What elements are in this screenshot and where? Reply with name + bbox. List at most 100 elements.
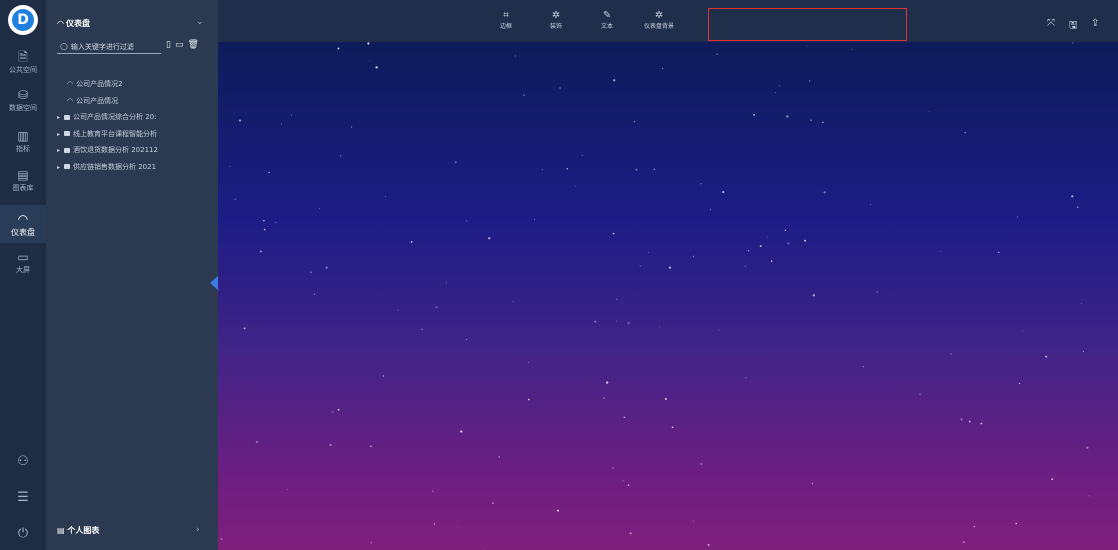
tree-folder[interactable]: ▸ 供应链销售数据分析 2021: [57, 159, 217, 176]
star: [778, 85, 781, 87]
search-icon: ○: [60, 41, 68, 52]
star: [329, 443, 332, 447]
star: [759, 245, 762, 248]
chevron-down-icon[interactable]: ⌄: [196, 17, 204, 27]
toolbar-border-button[interactable]: ⌗ 边框: [500, 10, 512, 31]
delete-icon[interactable]: 🗑: [187, 40, 198, 50]
star: [1081, 302, 1082, 304]
new-file-icon[interactable]: ▯: [166, 40, 171, 50]
star: [623, 416, 625, 418]
caret-right-icon[interactable]: ▸: [57, 127, 64, 143]
star: [337, 408, 340, 411]
nav-data-space[interactable]: ⛁ 数据空间: [0, 88, 46, 118]
crop-border-icon: ⌗: [503, 10, 509, 21]
star: [243, 327, 246, 330]
nav-rail: D 🗎 公共空间 ⛁ 数据空间 ▥ 指标 ▤ 图表库 ◠ 仪表盘 ▭ 大屏 ⚇ …: [0, 0, 46, 550]
tree-folder[interactable]: ▸ 线上教育平台课程智能分析: [57, 126, 217, 143]
star: [370, 445, 372, 448]
tree-item[interactable]: ◠ 公司产品情况: [57, 93, 217, 110]
save-icon[interactable]: 🖫: [1069, 18, 1078, 35]
collapse-panel-handle[interactable]: [210, 276, 218, 290]
nav-label: 公共空间: [9, 66, 37, 74]
toolbar-decoration-button[interactable]: ✲ 装饰: [550, 10, 562, 31]
star: [1071, 195, 1074, 198]
star: [339, 154, 342, 157]
star: [1016, 216, 1019, 218]
star: [433, 523, 435, 525]
toolbar-background-button[interactable]: ✲ 仪表盘背景: [644, 10, 674, 31]
star: [602, 396, 605, 400]
star: [465, 220, 468, 222]
star: [488, 237, 491, 240]
star: [960, 418, 963, 421]
settings-icon[interactable]: ☰: [0, 490, 46, 505]
tree-item-label: 公司产品情况综合分析 20:: [73, 113, 157, 121]
caret-right-icon[interactable]: ▸: [57, 160, 64, 176]
background-icon: ✲: [654, 10, 664, 21]
star: [382, 375, 385, 377]
nav-metrics[interactable]: ▥ 指标: [0, 129, 46, 159]
star: [612, 232, 615, 235]
dashboard-tree: ◠ 公司产品情况2 ◠ 公司产品情况 ▸ 公司产品情况综合分析 20: ▸ 线上教育平台…: [57, 76, 217, 175]
tree-folder[interactable]: ▸ 酒饮退货数据分析 202112: [57, 142, 217, 159]
nav-big-screen[interactable]: ▭ 大屏: [0, 250, 46, 280]
chevron-right-icon[interactable]: ›: [196, 525, 200, 535]
star: [1045, 355, 1048, 358]
star: [770, 260, 773, 262]
star: [973, 525, 976, 528]
star: [671, 426, 674, 429]
star: [806, 45, 808, 47]
personal-charts-section[interactable]: ▤ 个人图表: [57, 525, 99, 536]
star: [220, 538, 223, 540]
panel-title: ◠ 仪表盘: [57, 18, 90, 29]
app-logo[interactable]: D: [8, 5, 38, 35]
star: [745, 377, 747, 379]
fullscreen-icon[interactable]: ⤧: [1047, 18, 1055, 29]
new-folder-icon[interactable]: ▭: [175, 40, 184, 50]
document-icon: 🗎: [18, 50, 28, 64]
bar-chart-icon: ▥: [17, 129, 29, 143]
tree-tools: ▯ ▭ 🗑: [166, 40, 199, 50]
star: [523, 94, 525, 97]
share-export-icon[interactable]: ⇪: [1091, 18, 1099, 29]
star: [1018, 382, 1021, 385]
folder-icon: [64, 131, 70, 136]
star: [876, 291, 878, 293]
star: [325, 266, 328, 269]
power-icon[interactable]: ⏻: [0, 526, 46, 541]
star: [722, 191, 725, 194]
star: [498, 456, 500, 458]
caret-right-icon[interactable]: ▸: [57, 110, 64, 126]
nav-public-space[interactable]: 🗎 公共空间: [0, 50, 46, 80]
star: [263, 228, 266, 231]
search-input[interactable]: [70, 42, 159, 51]
star: [385, 195, 387, 197]
star: [635, 168, 638, 171]
toolbar-text-button[interactable]: ✎ 文本: [601, 10, 613, 31]
star: [454, 161, 457, 164]
star: [812, 294, 815, 297]
caret-right-icon[interactable]: ▸: [57, 143, 64, 159]
tree-item[interactable]: ◠ 公司产品情况2: [57, 76, 217, 93]
star: [962, 541, 965, 544]
decoration-icon: ✲: [551, 10, 561, 21]
star: [658, 326, 660, 328]
star: [716, 53, 718, 55]
star: [616, 298, 618, 300]
user-icon[interactable]: ⚇: [0, 454, 46, 469]
dashboard-canvas[interactable]: [218, 42, 1118, 550]
star: [575, 185, 577, 187]
tree-folder[interactable]: ▸ 公司产品情况综合分析 20:: [57, 109, 217, 126]
dashboard-icon: ◠: [17, 211, 29, 226]
star: [313, 293, 316, 295]
star: [318, 208, 320, 210]
dashboard-icon: ◠: [67, 80, 74, 88]
star: [263, 220, 265, 222]
nav-dashboard[interactable]: ◠ 仪表盘: [0, 205, 46, 243]
star: [869, 204, 871, 205]
star: [744, 265, 746, 267]
nav-chart-library[interactable]: ▤ 图表库: [0, 168, 46, 198]
star: [968, 420, 971, 423]
tree-item-label: 线上教育平台课程智能分析: [73, 129, 157, 138]
star: [1082, 350, 1085, 353]
